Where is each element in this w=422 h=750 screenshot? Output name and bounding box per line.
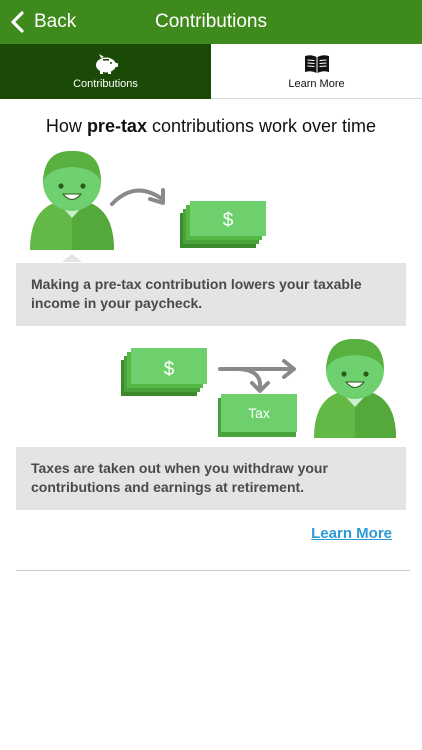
divider [16, 570, 410, 571]
person-icon [314, 338, 396, 438]
split-arrow-icon [218, 359, 296, 393]
tax-bill-icon: Tax [218, 394, 297, 437]
tax-label: Tax [248, 405, 270, 421]
money-symbol: $ [164, 359, 175, 380]
learn-more-link[interactable]: Learn More [311, 525, 392, 542]
caption-withdrawal: Taxes are taken out when you withdraw yo… [16, 447, 406, 510]
illustration-withdrawal: $ Tax [121, 338, 396, 438]
money-stack-icon: $ [121, 348, 207, 396]
